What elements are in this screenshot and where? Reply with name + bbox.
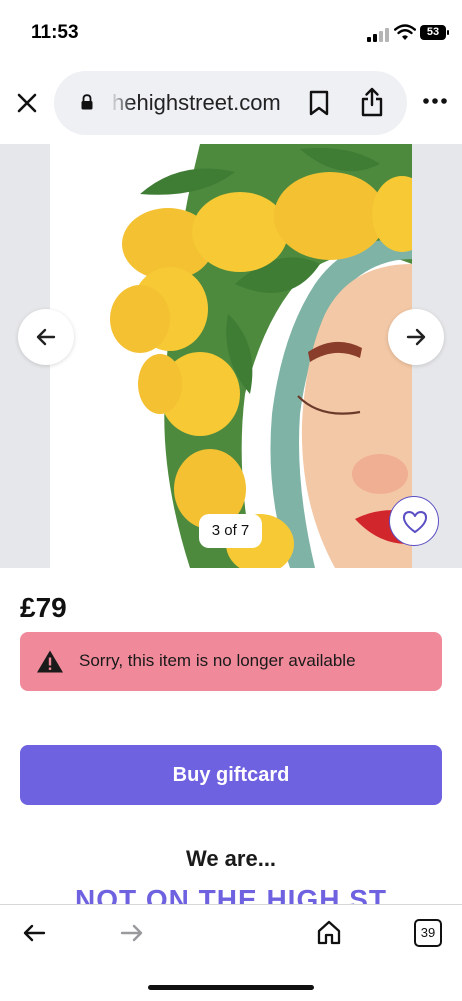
product-photo xyxy=(50,144,412,568)
wifi-icon xyxy=(394,24,416,40)
warning-icon xyxy=(37,650,63,673)
home-indicator xyxy=(148,985,314,990)
cellular-signal-icon xyxy=(367,28,389,42)
home-icon[interactable] xyxy=(316,919,342,945)
previous-image-button[interactable] xyxy=(18,309,74,365)
address-bar[interactable]: hehighstreet.com xyxy=(54,71,407,135)
product-image-carousel[interactable]: 3 of 7 xyxy=(0,144,462,568)
url-text[interactable]: hehighstreet.com xyxy=(112,90,281,116)
bookmark-icon[interactable] xyxy=(308,90,330,116)
ceramic-head-planter-illustration xyxy=(110,144,412,568)
url-fade xyxy=(110,81,132,125)
status-bar: 11:53 53 xyxy=(0,0,462,66)
heart-icon xyxy=(402,511,428,533)
forward-icon[interactable] xyxy=(120,923,144,943)
wishlist-button[interactable] xyxy=(389,496,439,546)
back-icon[interactable] xyxy=(22,923,46,943)
battery-icon: 53 xyxy=(420,25,449,40)
next-image-button[interactable] xyxy=(388,309,444,365)
brand-logo-text: NOT ON THE HIGH ST xyxy=(75,884,387,904)
browser-top-bar: hehighstreet.com xyxy=(0,66,462,144)
image-counter: 3 of 7 xyxy=(199,514,262,548)
tabs-icon[interactable]: 39 xyxy=(414,919,442,947)
notice-text: Sorry, this item is no longer available xyxy=(79,651,356,670)
more-icon[interactable] xyxy=(422,96,448,106)
status-time: 11:53 xyxy=(31,22,79,43)
buy-giftcard-button[interactable]: Buy giftcard xyxy=(20,745,442,805)
arrow-right-icon xyxy=(406,328,426,346)
arrow-left-icon xyxy=(36,328,56,346)
close-icon[interactable] xyxy=(12,88,42,118)
share-icon[interactable] xyxy=(360,87,384,117)
lock-icon xyxy=(81,94,93,110)
we-are-heading: We are... xyxy=(185,846,277,871)
product-price: £79 xyxy=(20,592,67,623)
unavailable-notice: Sorry, this item is no longer available xyxy=(20,632,442,691)
